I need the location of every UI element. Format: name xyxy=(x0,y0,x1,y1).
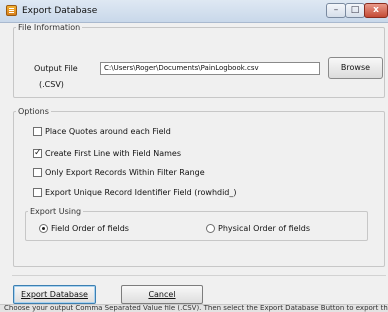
browse-button[interactable]: Browse xyxy=(328,57,383,79)
database-export-icon xyxy=(6,5,17,16)
quotes-checkbox[interactable] xyxy=(33,127,42,136)
unique-id-checkbox[interactable] xyxy=(33,188,42,197)
field-order-radio[interactable] xyxy=(39,224,48,233)
file-information-legend: File Information xyxy=(18,23,81,32)
field-order-radio-label[interactable]: Field Order of fields xyxy=(51,224,129,233)
export-using-legend: Export Using xyxy=(30,207,82,216)
cancel-button[interactable]: Cancel xyxy=(121,285,203,304)
export-database-dialog: Export Database – □ x File Information O… xyxy=(0,0,388,312)
output-file-input[interactable]: C:\Users\Roger\Documents\PainLogbook.csv xyxy=(100,62,320,75)
options-legend: Options xyxy=(18,107,49,116)
window-title: Export Database xyxy=(22,6,98,16)
field-names-checkbox[interactable]: ✓ xyxy=(33,149,42,158)
field-names-checkbox-label[interactable]: Create First Line with Field Names xyxy=(45,149,181,158)
export-database-button[interactable]: Export Database xyxy=(13,285,96,304)
output-file-label: Output File xyxy=(34,64,78,73)
title-bar[interactable]: Export Database – □ x xyxy=(0,0,388,23)
status-text: Choose your output Comma Separated Value… xyxy=(4,304,388,312)
minimize-button[interactable]: – xyxy=(326,3,346,18)
status-bar: Choose your output Comma Separated Value… xyxy=(0,304,388,312)
filter-range-checkbox[interactable] xyxy=(33,168,42,177)
separator xyxy=(12,275,386,276)
close-button[interactable]: x xyxy=(364,3,388,18)
physical-order-radio[interactable] xyxy=(206,224,215,233)
unique-id-checkbox-label[interactable]: Export Unique Record Identifier Field (r… xyxy=(45,188,237,197)
filter-range-checkbox-label[interactable]: Only Export Records Within Filter Range xyxy=(45,168,205,177)
maximize-button[interactable]: □ xyxy=(345,3,365,18)
physical-order-radio-label[interactable]: Physical Order of fields xyxy=(218,224,310,233)
file-type-label: (.CSV) xyxy=(39,80,64,89)
quotes-checkbox-label[interactable]: Place Quotes around each Field xyxy=(45,127,171,136)
